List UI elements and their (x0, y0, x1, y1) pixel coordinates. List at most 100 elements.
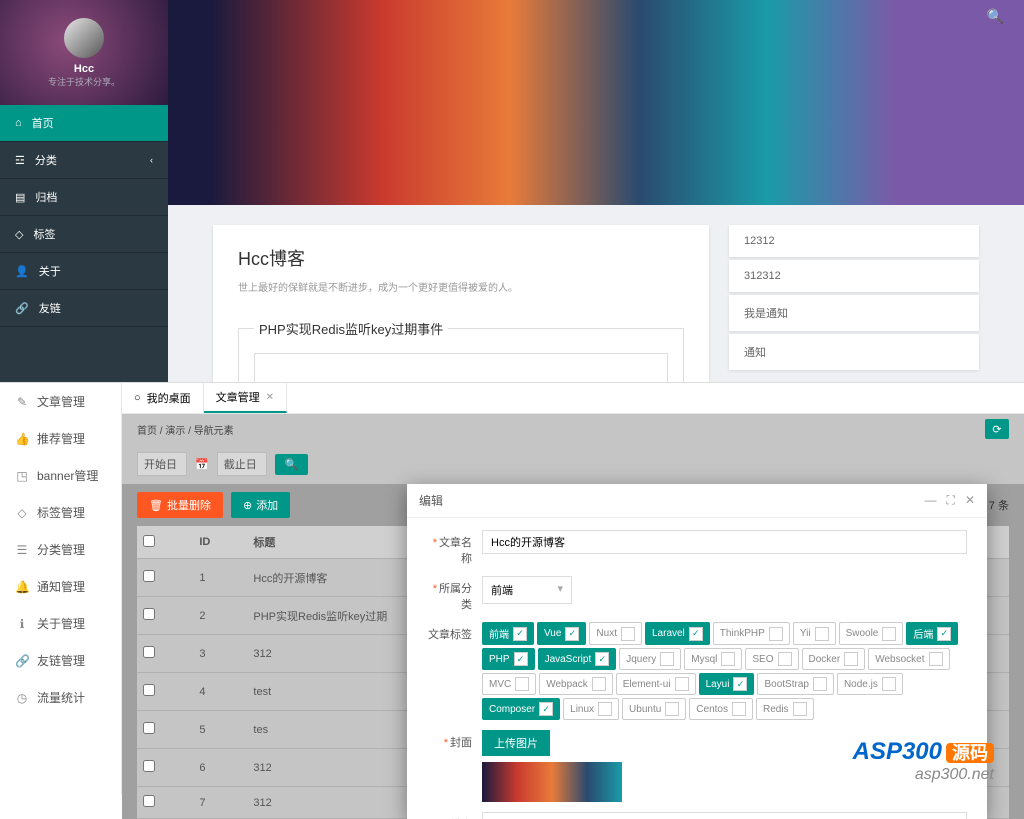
upload-button[interactable]: 上传图片 (482, 730, 550, 756)
nav-item[interactable]: 👤关于 (0, 253, 168, 290)
nav-label: 友链 (39, 300, 61, 316)
notice-item[interactable]: 通知 (729, 334, 979, 370)
tag-option[interactable]: PHP✓ (482, 648, 535, 670)
tab[interactable]: ○我的桌面 (122, 383, 204, 413)
sidebar-item[interactable]: ℹ关于管理 (0, 605, 121, 642)
tab-label: 我的桌面 (147, 390, 191, 406)
tag-option[interactable]: 前端✓ (482, 622, 534, 645)
cell-id: 3 (193, 635, 247, 673)
tag-option[interactable]: Ubuntu (622, 698, 686, 720)
sidebar-item[interactable]: ◷流量统计 (0, 679, 121, 716)
add-button[interactable]: ⊕ 添加 (231, 492, 290, 518)
menu-label: 友链管理 (37, 652, 85, 669)
tag-checkbox: ✓ (514, 652, 528, 666)
tag-checkbox (665, 702, 679, 716)
tag-option[interactable]: MVC (482, 673, 536, 695)
tag-option[interactable]: Node.js (837, 673, 903, 695)
menu-label: 推荐管理 (37, 430, 85, 447)
tag-option[interactable]: Laravel✓ (645, 622, 710, 645)
notice-item[interactable]: 12312 (729, 225, 979, 257)
row-checkbox[interactable] (143, 684, 155, 696)
tag-option[interactable]: Docker (802, 648, 866, 670)
tag-option[interactable]: Jquery (619, 648, 681, 670)
tag-option[interactable]: Websocket (868, 648, 949, 670)
nav-icon: ☲ (15, 154, 25, 167)
menu-icon: 🔔 (15, 580, 29, 594)
tag-option[interactable]: Centos (689, 698, 753, 720)
tag-option[interactable]: Webpack (539, 673, 613, 695)
tab-close-icon[interactable]: ✕ (266, 392, 274, 403)
tag-option[interactable]: Swoole (839, 622, 904, 645)
close-icon[interactable]: ✕ (965, 493, 975, 508)
category-select[interactable]: 前端 ▾ (482, 576, 572, 604)
start-date-input[interactable]: 开始日 (137, 452, 187, 476)
menu-label: 关于管理 (37, 615, 85, 632)
tag-option[interactable]: JavaScript✓ (538, 648, 617, 670)
tag-option[interactable]: BootStrap (757, 673, 833, 695)
maximize-icon[interactable]: ⛶ (947, 493, 955, 508)
search-button[interactable]: 🔍 (275, 454, 309, 475)
search-icon[interactable]: 🔍 (987, 8, 1004, 25)
row-checkbox[interactable] (143, 760, 155, 772)
chevron-icon: ‹ (150, 155, 153, 165)
nav-item[interactable]: ◇标签 (0, 216, 168, 253)
sidebar-item[interactable]: 🔗友链管理 (0, 642, 121, 679)
menu-icon: 👍 (15, 432, 29, 446)
tag-option[interactable]: Mysql (684, 648, 742, 670)
article-name-input[interactable] (482, 530, 967, 554)
row-checkbox[interactable] (143, 722, 155, 734)
tag-option[interactable]: ThinkPHP (713, 622, 790, 645)
row-checkbox[interactable] (143, 646, 155, 658)
tag-checkbox (515, 677, 529, 691)
tag-option[interactable]: Layui✓ (699, 673, 755, 695)
banner-image (168, 0, 1024, 205)
nav-item[interactable]: ▤归档 (0, 179, 168, 216)
tag-option[interactable]: Element-ui (616, 673, 696, 695)
tag-option[interactable]: Vue✓ (537, 622, 586, 645)
sidebar-item[interactable]: ◳banner管理 (0, 457, 121, 494)
nav-item[interactable]: ⌂首页 (0, 105, 168, 142)
select-all-checkbox[interactable] (143, 535, 155, 547)
cell-id: 1 (193, 559, 247, 597)
tag-checkbox (732, 702, 746, 716)
nav-icon: 🔗 (15, 302, 29, 315)
sidebar-item[interactable]: ✎文章管理 (0, 383, 121, 420)
end-date-input[interactable]: 截止日 (217, 452, 267, 476)
nav-item[interactable]: ☲分类‹ (0, 142, 168, 179)
tag-option[interactable]: Linux (563, 698, 619, 720)
tag-option[interactable]: SEO (745, 648, 798, 670)
row-checkbox[interactable] (143, 570, 155, 582)
nav-icon: ⌂ (15, 117, 22, 129)
post-title[interactable]: PHP实现Redis监听key过期事件 (254, 319, 448, 338)
sidebar-item[interactable]: 👍 推荐管理 (0, 420, 121, 457)
menu-icon: ✎ (15, 395, 29, 409)
tag-option[interactable]: Yii (793, 622, 836, 645)
tag-checkbox: ✓ (689, 627, 703, 641)
calendar-icon[interactable]: 📅 (195, 458, 209, 471)
menu-label: banner管理 (37, 467, 98, 484)
tag-checkbox: ✓ (937, 627, 951, 641)
tag-checkbox (675, 677, 689, 691)
tag-option[interactable]: Composer✓ (482, 698, 560, 720)
sidebar-item[interactable]: ☰分类管理 (0, 531, 121, 568)
menu-label: 标签管理 (37, 504, 85, 521)
row-checkbox[interactable] (143, 795, 155, 807)
tag-checkbox (660, 652, 674, 666)
preface-input[interactable] (482, 812, 967, 819)
notice-item[interactable]: 我是通知 (729, 295, 979, 331)
tag-option[interactable]: Nuxt (589, 622, 642, 645)
row-checkbox[interactable] (143, 608, 155, 620)
notice-item[interactable]: 312312 (729, 260, 979, 292)
nav-item[interactable]: 🔗 友链 (0, 290, 168, 327)
minimize-icon[interactable]: — (925, 493, 937, 508)
label-preface: 前言 (427, 812, 482, 819)
sidebar-item[interactable]: 🔔通知管理 (0, 568, 121, 605)
refresh-button[interactable]: ⟳ (985, 419, 1009, 439)
profile-desc: 专注于技术分享。 (48, 75, 120, 88)
sidebar-item[interactable]: ◇标签管理 (0, 494, 121, 531)
avatar[interactable] (64, 18, 104, 58)
tag-option[interactable]: Redis (756, 698, 814, 720)
batch-delete-button[interactable]: 🗑 批量删除 (137, 492, 223, 518)
tag-option[interactable]: 后端✓ (906, 622, 958, 645)
tab[interactable]: 文章管理✕ (204, 383, 287, 413)
